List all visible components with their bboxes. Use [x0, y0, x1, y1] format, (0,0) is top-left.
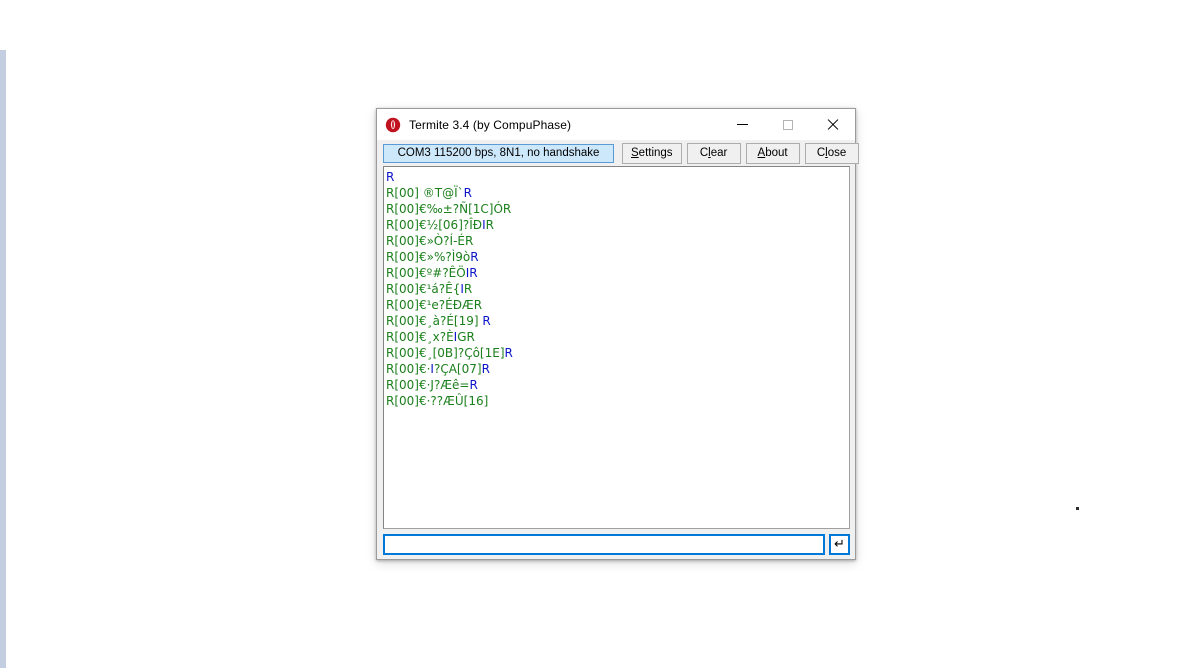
- terminal-segment: R: [482, 314, 491, 328]
- terminal-segment: R[00]€½[06]?ÎÐ: [386, 218, 483, 232]
- terminal-segment: R: [504, 346, 513, 360]
- minimize-icon: [737, 124, 748, 125]
- terminal-line: R[00]€»%?Ì9òR: [386, 249, 849, 265]
- terminal-segment: R: [470, 250, 479, 264]
- terminal-output-panel[interactable]: R R[00] ®T@Ï`R R[00]€‰±?Ñ[1C]ÓR R[00]€½[06]…: [383, 166, 850, 529]
- terminal-text: R R[00] ®T@Ï`R R[00]€‰±?Ñ[1C]ÓR R[00]€½[06]…: [386, 169, 849, 409]
- termite-window: Termite 3.4 (by CompuPhase) COM3 115200 …: [376, 108, 859, 560]
- terminal-segment: R[00]€»Ò?Í-ÉR: [386, 234, 474, 248]
- close-label-pre: C: [816, 146, 826, 159]
- terminal-segment: R[00]€¹á?Ê{: [386, 282, 461, 296]
- clear-label-post: ear: [710, 146, 728, 159]
- terminal-segment: R[00]€·J?Æê=: [386, 378, 470, 392]
- terminal-segment: R: [469, 378, 478, 392]
- terminal-segment: R[00]€¹e?ÉÐÆR: [386, 298, 483, 312]
- terminal-segment: R[00]€¸x?È: [386, 330, 454, 344]
- command-input[interactable]: [383, 533, 825, 555]
- terminal-line: R[00]€¹e?ÉÐÆR: [386, 297, 849, 313]
- close-icon: [827, 119, 839, 131]
- terminal-line: R: [386, 169, 849, 185]
- port-status-indicator[interactable]: COM3 115200 bps, 8N1, no handshake: [383, 143, 614, 163]
- terminal-line: R[00] ®T@Ï`R: [386, 185, 849, 201]
- maximize-icon: [782, 119, 793, 130]
- terminal-segment: R: [463, 282, 473, 296]
- terminal-segment: R[00]€¸à?É[19]: [386, 314, 483, 328]
- close-window-button[interactable]: [810, 109, 855, 140]
- terminal-segment: GR: [457, 330, 475, 344]
- terminal-segment: R[00]€·: [386, 362, 431, 376]
- terminal-segment: R: [485, 218, 494, 232]
- about-button[interactable]: About: [745, 142, 800, 164]
- terminal-segment: R[00]€·??ÆÛ[16]: [386, 394, 489, 408]
- terminal-line: R[00]€·??ÆÛ[16]: [386, 393, 849, 409]
- terminal-line: R[00]€¸x?ÈIGR: [386, 329, 849, 345]
- terminal-line: R[00]€º#?ÊÖIR: [386, 265, 849, 281]
- terminal-segment: R: [463, 186, 472, 200]
- title-bar[interactable]: Termite 3.4 (by CompuPhase): [377, 109, 855, 140]
- terminal-line: R[00]€¹á?Ê{IR: [386, 281, 849, 297]
- about-label-post: bout: [765, 146, 788, 159]
- terminal-segment: R: [481, 362, 490, 376]
- send-button[interactable]: ↵: [829, 533, 850, 555]
- terminal-segment: R[00]€»%?Ì9ò: [386, 250, 471, 264]
- terminal-line: R[00]€»Ò?Í-ÉR: [386, 233, 849, 249]
- command-input-row: ↵: [377, 529, 855, 559]
- maximize-button[interactable]: [765, 109, 810, 140]
- terminal-segment: R[00]€¸[0B]?Çô[1E]: [386, 346, 505, 360]
- termite-logo-icon: [385, 117, 401, 133]
- settings-accel: S: [631, 146, 639, 159]
- desktop-cursor-dot: [1076, 507, 1079, 510]
- terminal-segment: R[00] ®T@Ï`: [386, 186, 464, 200]
- close-label-post: ose: [827, 146, 847, 159]
- settings-button[interactable]: Settings: [622, 142, 682, 164]
- terminal-line: R[00]€½[06]?ÎÐIR: [386, 217, 849, 233]
- settings-label-post: ettings: [638, 146, 673, 159]
- terminal-line: R[00]€·J?Æê=R: [386, 377, 849, 393]
- clear-button[interactable]: Clear: [686, 142, 741, 164]
- terminal-segment: R[00]€‰±?Ñ[1C]ÓR: [386, 202, 512, 216]
- terminal-line: R[00]€·I?ÇA[07]R: [386, 361, 849, 377]
- window-title: Termite 3.4 (by CompuPhase): [409, 117, 572, 132]
- terminal-segment: R: [469, 266, 478, 280]
- terminal-segment: R: [386, 170, 395, 184]
- terminal-segment: ?ÇA[07]: [433, 362, 482, 376]
- terminal-line: R[00]€¸[0B]?Çô[1E]R: [386, 345, 849, 361]
- toolbar: COM3 115200 bps, 8N1, no handshake Setti…: [377, 140, 859, 166]
- minimize-button[interactable]: [720, 109, 765, 140]
- terminal-line: R[00]€¸à?É[19] R: [386, 313, 849, 329]
- close-button[interactable]: Close: [804, 142, 859, 164]
- terminal-segment: R[00]€º#?ÊÖ: [386, 266, 466, 280]
- desktop-left-edge-strip: [0, 50, 6, 668]
- enter-arrow-icon: ↵: [834, 536, 845, 552]
- window-controls: [720, 109, 855, 140]
- terminal-line: R[00]€‰±?Ñ[1C]ÓR: [386, 201, 849, 217]
- clear-label-pre: C: [699, 146, 709, 159]
